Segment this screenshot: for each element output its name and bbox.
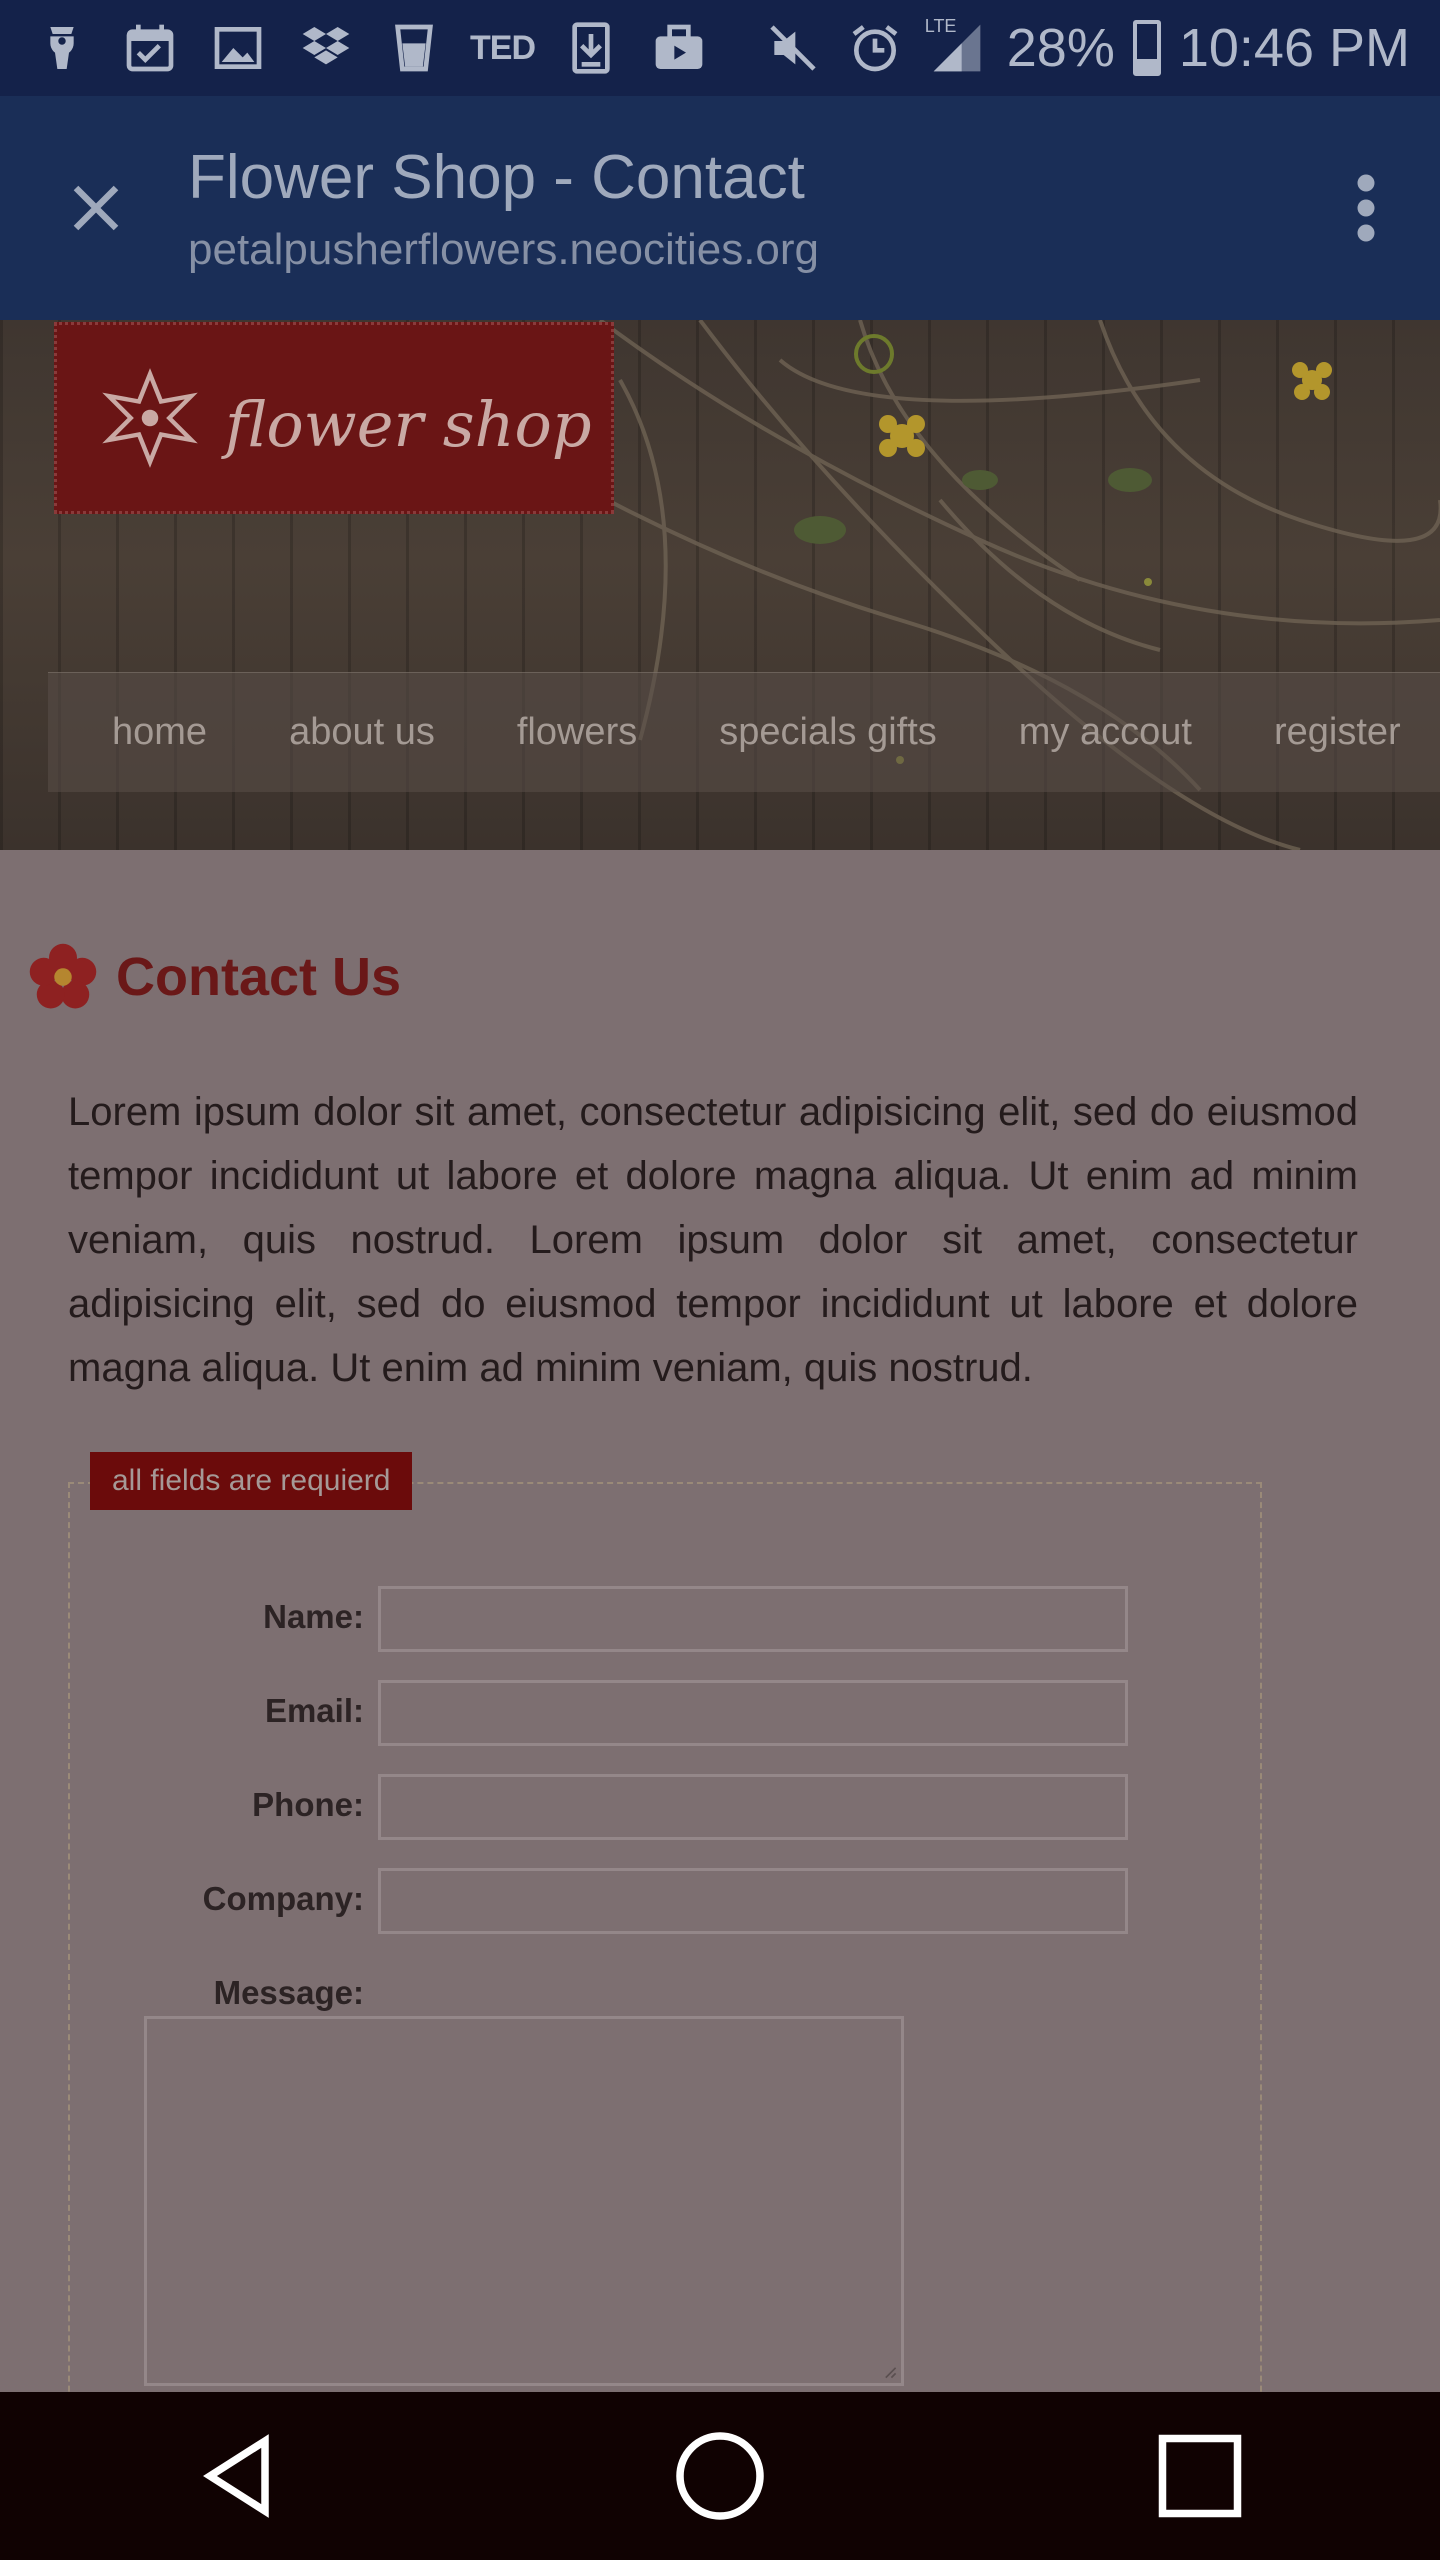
logo[interactable]: flower shop <box>54 322 614 514</box>
company-field[interactable] <box>378 1868 1128 1934</box>
mute-icon <box>761 16 825 80</box>
close-button[interactable] <box>56 168 136 248</box>
battery-percent: 28% <box>1006 18 1115 78</box>
intro-paragraph: Lorem ipsum dolor sit amet, consectetur … <box>68 1090 1358 1390</box>
notification-icons: TED <box>30 16 711 80</box>
more-vert-icon <box>1357 174 1375 242</box>
network-type-label: LTE <box>924 16 957 36</box>
briefcase-icon <box>647 16 711 80</box>
browser-toolbar: Flower Shop - Contact petalpusherflowers… <box>0 96 1440 320</box>
status-bar: TED LTE 28% 10:46 PM <box>0 0 1440 96</box>
nav-item-my-account[interactable]: my accout <box>1019 711 1192 754</box>
message-label: Message: <box>213 1974 364 2011</box>
name-field[interactable] <box>378 1586 1128 1652</box>
back-icon <box>203 2434 269 2518</box>
required-fields-badge: all fields are requierd <box>90 1452 413 1510</box>
battery-icon <box>1132 20 1161 76</box>
logo-text: flower shop <box>225 387 592 461</box>
main-content: Contact Us Lorem ipsum dolor sit amet, c… <box>0 850 1440 2482</box>
image-icon <box>206 16 270 80</box>
yellow-flower-icon <box>879 362 1332 457</box>
phone-field[interactable] <box>378 1774 1128 1840</box>
company-label: Company: <box>202 1880 364 1917</box>
download-icon <box>559 16 623 80</box>
nav-item-specials-gifts[interactable]: specials gifts <box>719 711 937 754</box>
ted-icon: TED <box>470 28 536 67</box>
red-flower-icon <box>29 943 97 1009</box>
dropbox-icon <box>294 16 358 80</box>
overflow-menu-button[interactable] <box>1346 163 1386 253</box>
email-label: Email: <box>264 1692 364 1729</box>
message-field[interactable] <box>144 2016 904 2386</box>
nav-item-register[interactable]: register <box>1274 711 1401 754</box>
flower-logo-icon <box>102 368 198 468</box>
name-label: Name: <box>263 1598 364 1635</box>
page-url[interactable]: petalpusherflowers.neocities.org <box>188 225 819 275</box>
nav-item-flowers[interactable]: flowers <box>517 711 637 754</box>
signal-icon: LTE <box>925 16 989 80</box>
resize-grip-icon[interactable] <box>883 2365 897 2379</box>
page-title: Flower Shop - Contact <box>188 142 805 212</box>
calendar-check-icon <box>118 16 182 80</box>
back-button[interactable] <box>170 2406 310 2546</box>
recents-button[interactable] <box>1130 2406 1270 2546</box>
header-banner: flower shop home about us flowers specia… <box>0 320 1440 850</box>
phone-label: Phone: <box>252 1786 364 1823</box>
heading-row: Contact Us <box>28 942 401 1012</box>
cup-icon <box>30 16 94 80</box>
home-button[interactable] <box>650 2406 790 2546</box>
glass-icon <box>382 16 446 80</box>
recents-square-icon <box>1158 2434 1242 2518</box>
clock: 10:46 PM <box>1178 18 1410 78</box>
main-nav: home about us flowers specials gifts my … <box>48 672 1440 792</box>
system-indicators: LTE 28% 10:46 PM <box>761 16 1410 80</box>
email-field[interactable] <box>378 1680 1128 1746</box>
close-icon <box>73 185 119 231</box>
system-nav-bar <box>0 2392 1440 2560</box>
alarm-icon <box>843 16 907 80</box>
home-circle-icon <box>676 2432 764 2520</box>
page-heading: Contact Us <box>116 947 402 1007</box>
toolbar-titles: Flower Shop - Contact petalpusherflowers… <box>188 142 819 275</box>
nav-item-home[interactable]: home <box>112 711 207 754</box>
nav-item-about-us[interactable]: about us <box>289 711 435 754</box>
